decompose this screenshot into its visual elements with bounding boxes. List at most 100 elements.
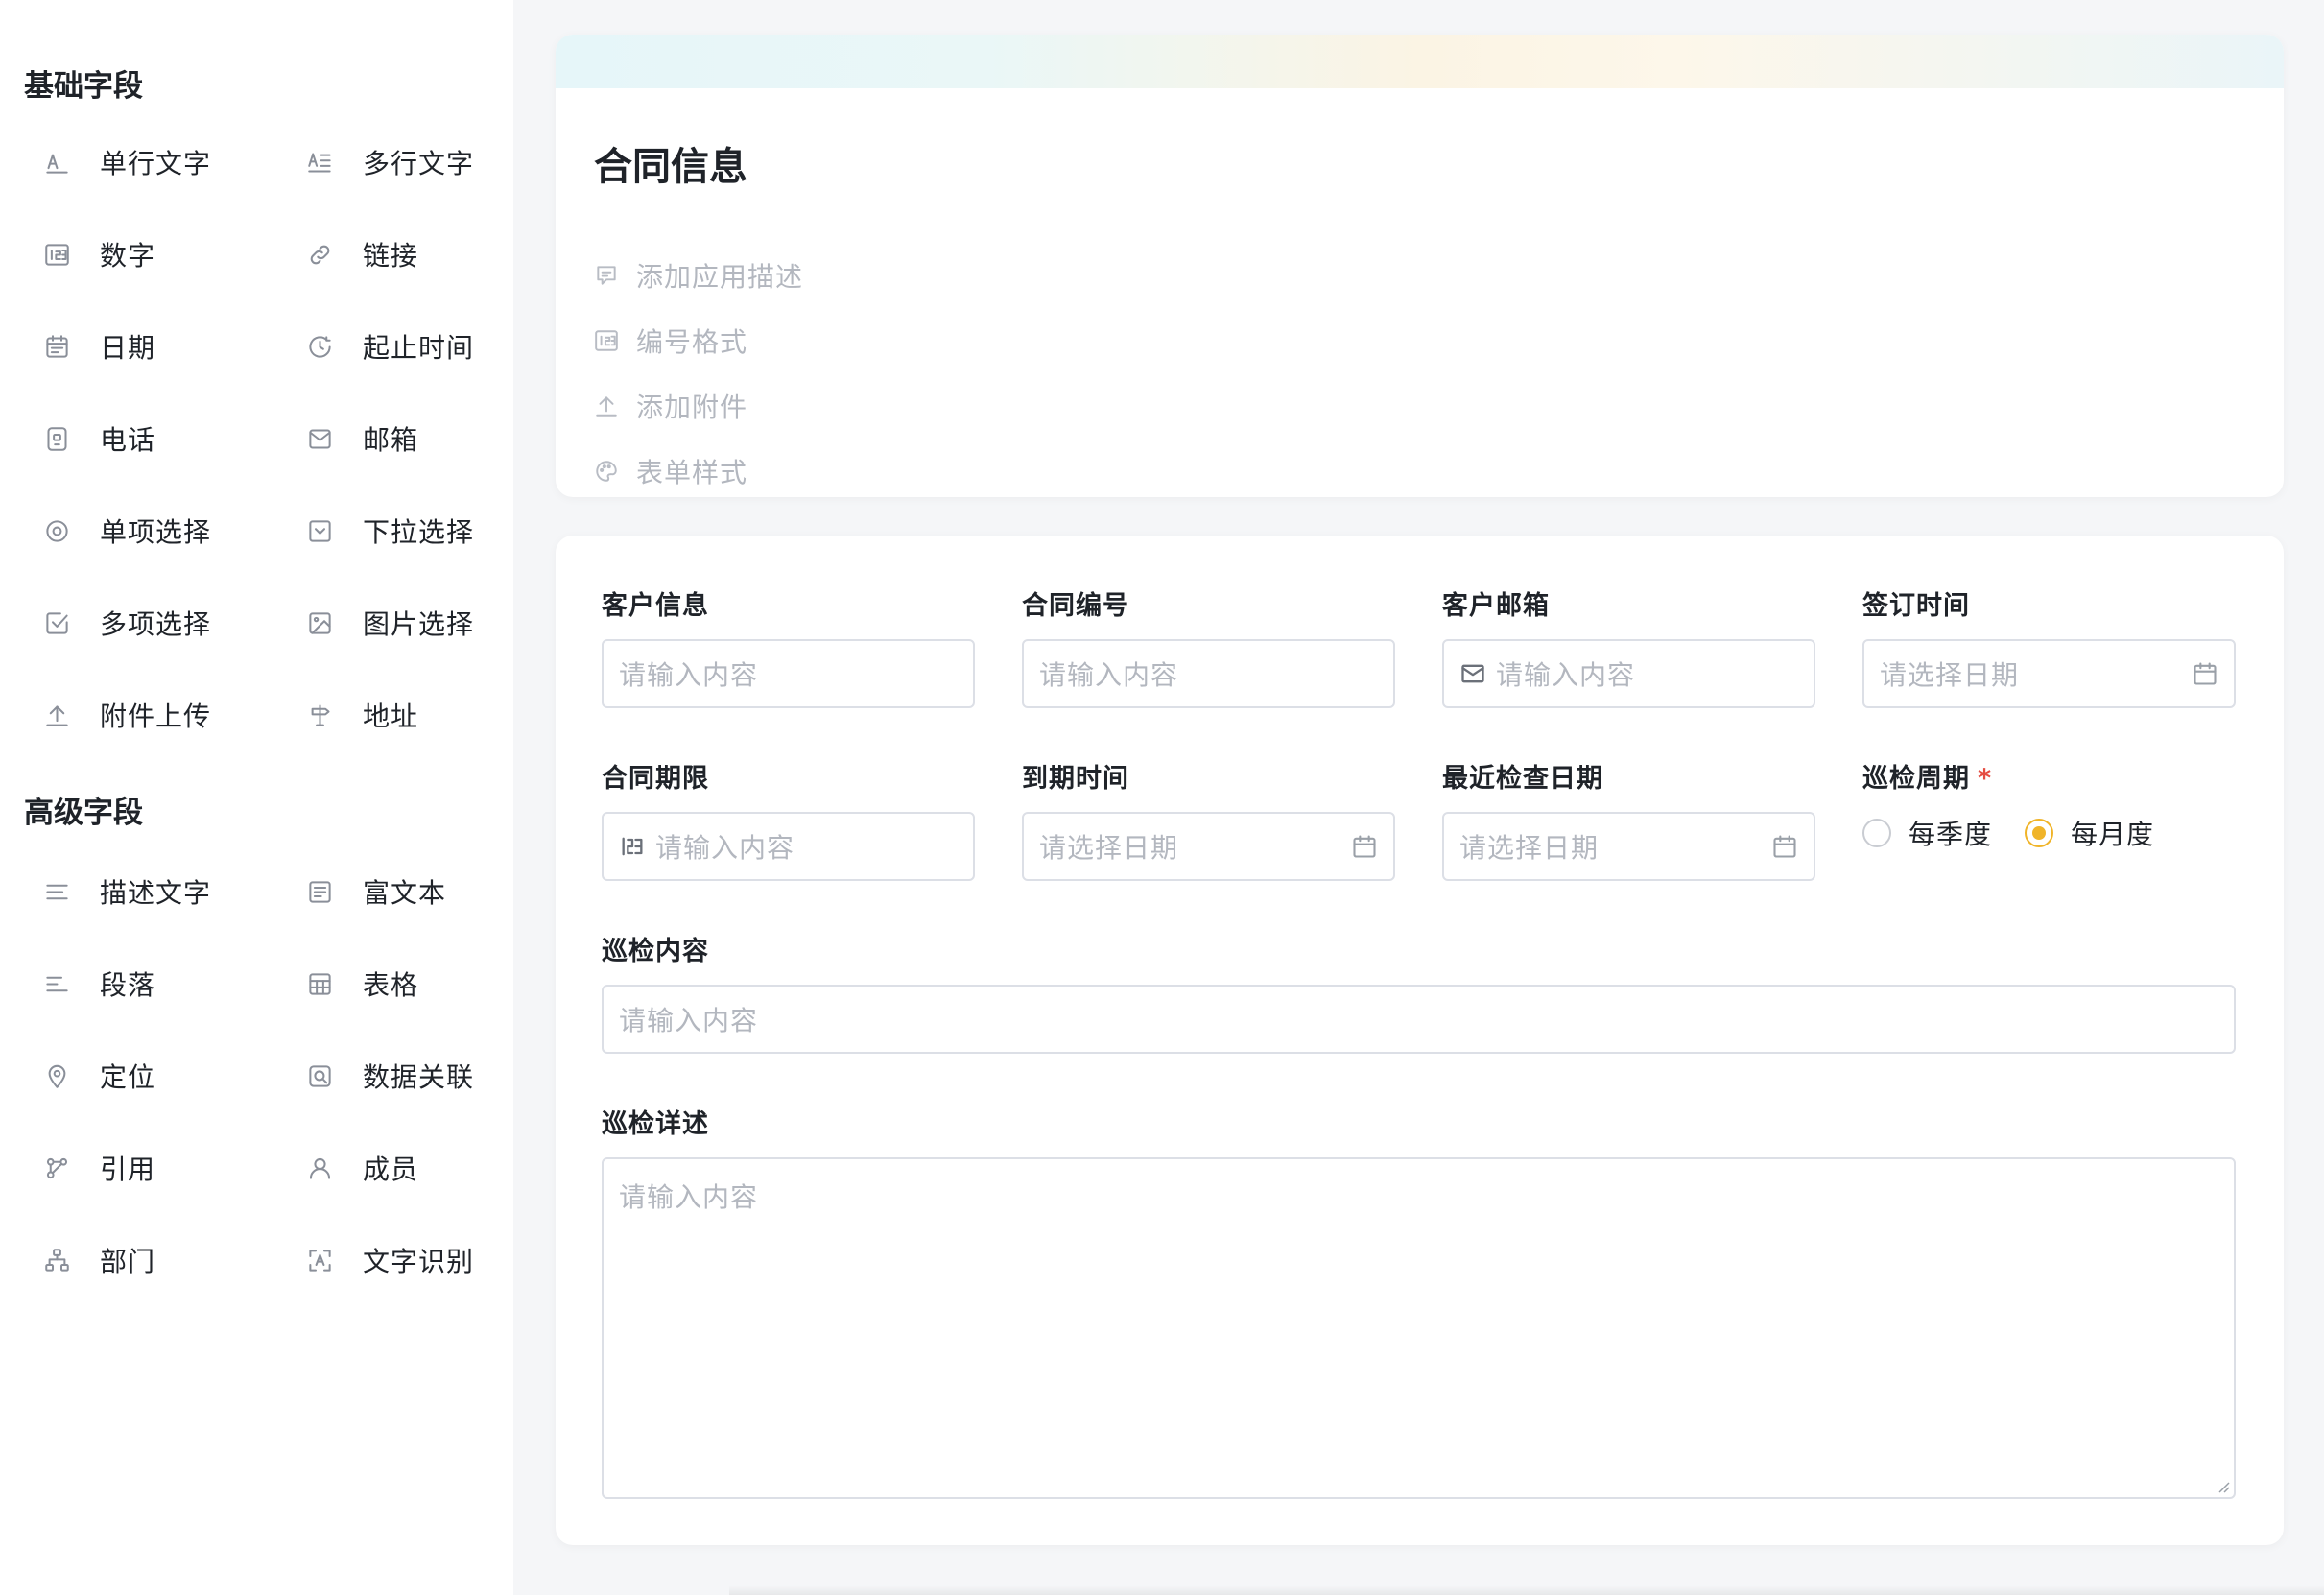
time-range-icon: [305, 332, 334, 361]
checkbox-icon: [42, 608, 71, 637]
field-department[interactable]: 部门: [27, 1231, 267, 1289]
label-text: 巡检周期: [1862, 764, 1970, 794]
expire-time-datepicker[interactable]: 请选择日期: [1022, 812, 1395, 881]
field-phone[interactable]: 电话: [27, 410, 267, 467]
form-builder-app: 基础字段 单行文字 多行文字 数字 链接 日期 起止时间 电话 邮箱 单项选择 …: [0, 0, 2324, 1595]
field-label: 数据关联: [363, 1061, 475, 1093]
field-address[interactable]: 地址: [290, 686, 530, 744]
field-label: 描述文字: [100, 877, 212, 909]
upload-icon: [42, 701, 71, 729]
field-paragraph[interactable]: 段落: [27, 955, 267, 1012]
link-icon: [305, 240, 334, 269]
field-label: 单项选择: [100, 516, 212, 548]
field-label: 邮箱: [363, 424, 419, 456]
field-data-link[interactable]: 数据关联: [290, 1047, 530, 1105]
required-mark: *: [1978, 764, 1993, 794]
number-icon: [42, 240, 71, 269]
mail-icon: [305, 424, 334, 453]
radio-quarterly[interactable]: 每季度: [1862, 814, 1992, 852]
radio-circle: [1862, 819, 1891, 847]
placeholder: 请选择日期: [1039, 832, 1179, 864]
field-rich-text[interactable]: 富文本: [290, 863, 530, 920]
field-member[interactable]: 成员: [290, 1139, 530, 1197]
field-multi-choice[interactable]: 多项选择: [27, 594, 267, 652]
last-check-date-label: 最近检查日期: [1442, 764, 1603, 794]
table-icon: [305, 969, 334, 998]
field-label: 段落: [100, 969, 156, 1001]
field-dropdown[interactable]: 下拉选择: [290, 502, 530, 559]
number-format-icon: [595, 330, 618, 351]
customer-info-label: 客户信息: [602, 591, 709, 621]
field-description-text[interactable]: 描述文字: [27, 863, 267, 920]
field-reference[interactable]: 引用: [27, 1139, 267, 1197]
radio-label: 每月度: [2071, 819, 2155, 850]
inspection-detail-textarea[interactable]: 请输入内容: [602, 1157, 2236, 1499]
field-link[interactable]: 链接: [290, 226, 530, 283]
dropdown-icon: [305, 516, 334, 545]
rich-text-icon: [305, 877, 334, 906]
field-label: 地址: [363, 701, 419, 732]
field-location[interactable]: 定位: [27, 1047, 267, 1105]
field-email[interactable]: 邮箱: [290, 410, 530, 467]
placeholder: 请输入内容: [1496, 659, 1636, 691]
resize-handle-icon[interactable]: [2215, 1478, 2230, 1493]
last-check-date-datepicker[interactable]: 请选择日期: [1442, 812, 1815, 881]
action-label: 添加附件: [636, 392, 748, 423]
field-single-choice[interactable]: 单项选择: [27, 502, 267, 559]
field-text-recognition[interactable]: 文字识别: [290, 1231, 530, 1289]
action-label: 添加应用描述: [636, 261, 804, 293]
contract-term-input[interactable]: 请输入内容: [602, 812, 975, 881]
inspection-cycle-radio-group: 每季度 每月度: [1862, 804, 2187, 862]
multi-line-text-icon: [305, 148, 334, 177]
action-label: 编号格式: [636, 326, 748, 358]
mail-icon: [1461, 664, 1484, 683]
field-label: 链接: [363, 240, 419, 272]
field-label: 多行文字: [363, 148, 475, 179]
field-palette-sidebar: 基础字段 单行文字 多行文字 数字 链接 日期 起止时间 电话 邮箱 单项选择 …: [0, 0, 513, 1595]
field-image-choice[interactable]: 图片选择: [290, 594, 530, 652]
field-time-range[interactable]: 起止时间: [290, 318, 530, 375]
customer-info-input[interactable]: 请输入内容: [602, 639, 975, 708]
field-attachment[interactable]: 附件上传: [27, 686, 267, 744]
bottom-shadow: [729, 1585, 2324, 1595]
inspection-content-label: 巡检内容: [602, 937, 709, 966]
placeholder: 请选择日期: [1880, 659, 2020, 691]
field-label: 表格: [363, 969, 419, 1001]
inspection-detail-label: 巡检详述: [602, 1109, 709, 1139]
field-date[interactable]: 日期: [27, 318, 267, 375]
form-info-card: 合同信息 添加应用描述 编号格式 添加附件 表单样式: [556, 35, 2284, 497]
placeholder: 请输入内容: [655, 832, 795, 864]
field-label: 起止时间: [363, 332, 475, 364]
paragraph-icon: [42, 969, 71, 998]
field-table[interactable]: 表格: [290, 955, 530, 1012]
palette-icon: [596, 461, 617, 482]
inspection-content-input[interactable]: 请输入内容: [602, 985, 2236, 1054]
add-attachment-button[interactable]: 添加附件: [594, 382, 747, 430]
field-label: 日期: [100, 332, 156, 364]
customer-email-input[interactable]: 请输入内容: [1442, 639, 1815, 708]
header-banner: [556, 35, 2284, 88]
text-recognition-icon: [305, 1246, 334, 1274]
number-icon: [622, 837, 643, 856]
field-label: 定位: [100, 1061, 156, 1093]
radio-label: 每季度: [1909, 819, 1993, 850]
contract-no-label: 合同编号: [1022, 591, 1129, 621]
field-multi-line-text[interactable]: 多行文字: [290, 133, 530, 191]
add-description-button[interactable]: 添加应用描述: [594, 251, 803, 299]
contract-term-label: 合同期限: [602, 764, 709, 794]
radio-icon: [42, 516, 71, 545]
sign-time-label: 签订时间: [1862, 591, 1970, 621]
field-single-line-text[interactable]: 单行文字: [27, 133, 267, 191]
form-style-button[interactable]: 表单样式: [594, 447, 747, 495]
signpost-icon: [305, 701, 334, 729]
placeholder: 请输入内容: [619, 1181, 759, 1213]
location-pin-icon: [42, 1061, 71, 1090]
contract-no-input[interactable]: 请输入内容: [1022, 639, 1395, 708]
radio-monthly[interactable]: 每月度: [2025, 814, 2154, 852]
placeholder: 请输入内容: [619, 659, 759, 691]
advanced-fields-title: 高级字段: [24, 796, 143, 830]
form-title[interactable]: 合同信息: [594, 135, 747, 191]
sign-time-datepicker[interactable]: 请选择日期: [1862, 639, 2236, 708]
field-number[interactable]: 数字: [27, 226, 267, 283]
number-format-button[interactable]: 编号格式: [594, 317, 747, 365]
